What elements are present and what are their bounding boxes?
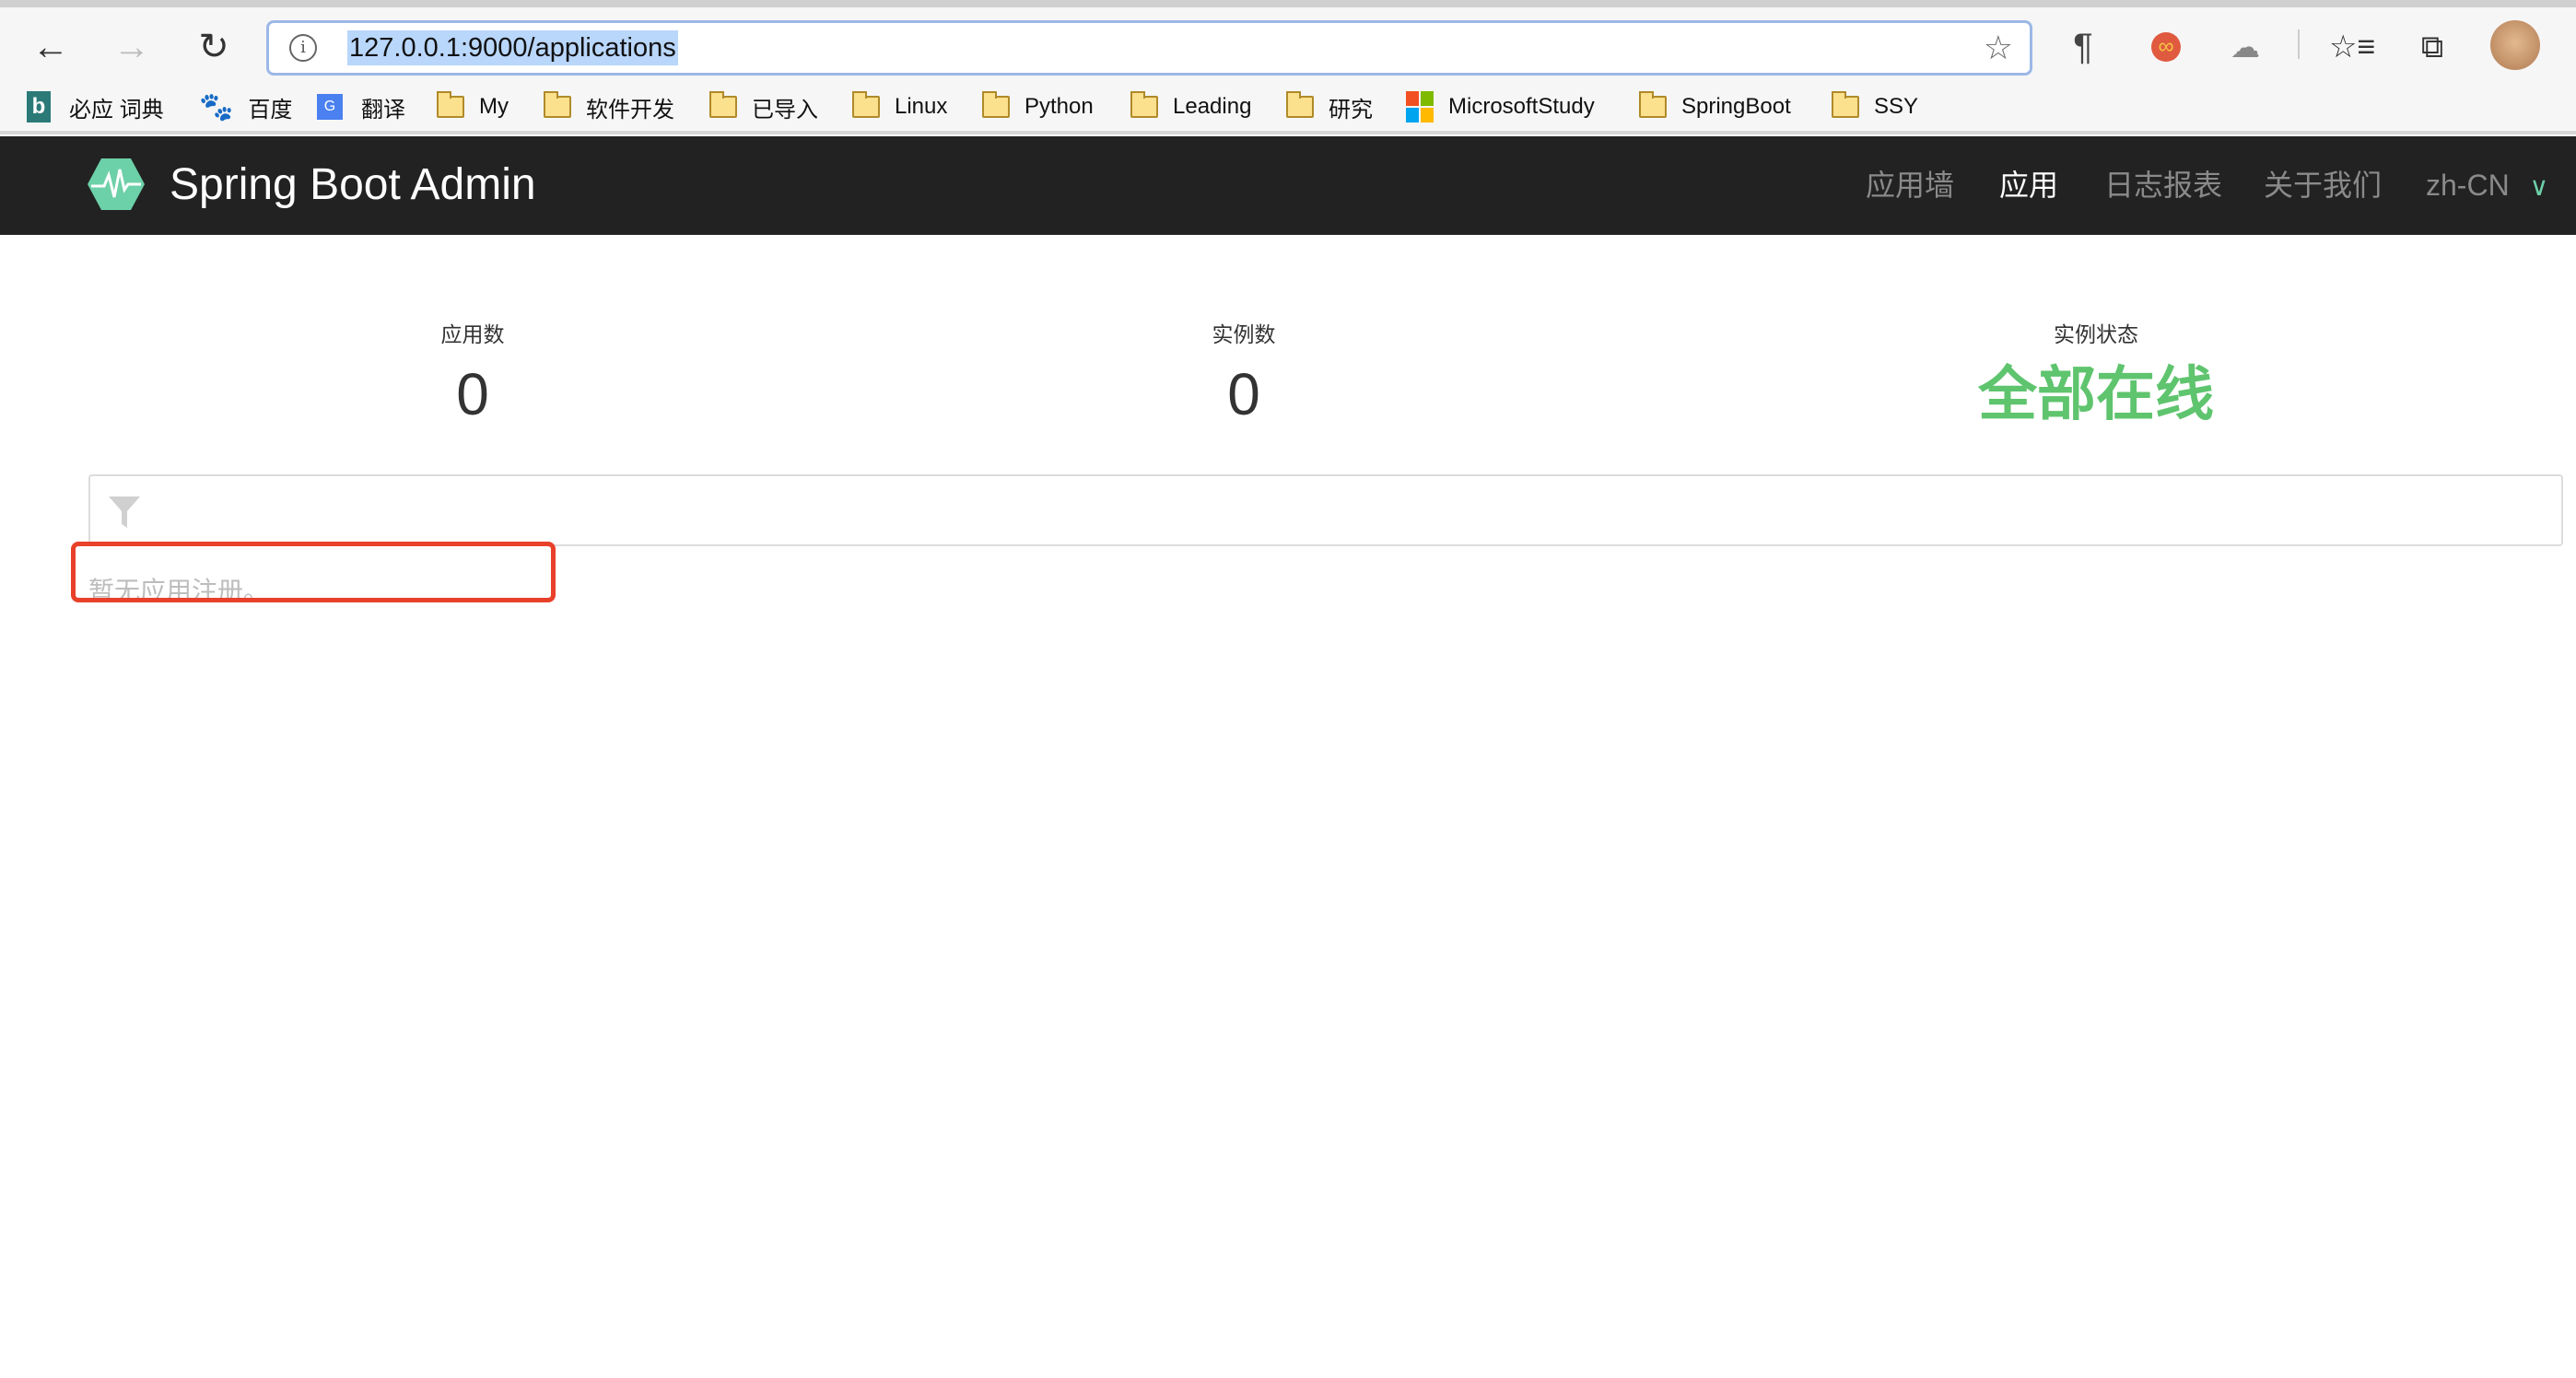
profile-avatar[interactable] <box>2490 20 2540 70</box>
baidu-icon: 🐾 <box>199 91 234 123</box>
infinity-extension-icon[interactable]: ∞ <box>2151 32 2181 62</box>
bookmark-label: 必应 词典 <box>69 97 164 123</box>
stat-value: 0 <box>1227 361 1260 427</box>
folder-icon <box>437 91 464 118</box>
bookmark-my[interactable]: My <box>437 88 509 125</box>
pilcrow-extension-icon[interactable]: ¶ <box>2060 24 2106 70</box>
folder-icon <box>544 91 571 118</box>
nav-applications[interactable]: 应用 <box>1999 166 2058 204</box>
nav-about[interactable]: 关于我们 <box>2264 166 2382 204</box>
stat-value: 全部在线 <box>1978 361 2214 427</box>
google-translate-icon: G <box>317 94 343 120</box>
stat-applications: 应用数 0 <box>196 321 749 431</box>
bookmark-label: 翻译 <box>361 97 405 123</box>
toolbar-divider <box>2298 29 2300 59</box>
bookmark-label: 研究 <box>1329 97 1373 123</box>
bookmark-label: 软件开发 <box>586 97 674 123</box>
spring-boot-admin-logo-icon[interactable] <box>88 157 145 212</box>
bing-icon: b <box>27 91 51 123</box>
bookmark-python[interactable]: Python <box>982 88 1094 125</box>
folder-icon <box>709 91 737 118</box>
stat-label: 应用数 <box>440 322 505 346</box>
bookmark-springboot[interactable]: SpringBoot <box>1639 88 1791 125</box>
bookmark-microsoftstudy[interactable]: MicrosoftStudy <box>1406 88 1595 125</box>
microsoft-icon <box>1406 91 1434 123</box>
bookmark-ssy[interactable]: SSY <box>1832 88 1918 125</box>
tab-strip <box>0 0 2576 7</box>
folder-icon <box>1286 91 1314 118</box>
nav-journal[interactable]: 日志报表 <box>2104 166 2222 204</box>
bookmark-label: SpringBoot <box>1681 94 1791 119</box>
stat-label: 实例数 <box>1212 322 1276 346</box>
address-bar[interactable]: i 127.0.0.1:9000/applications ☆ <box>266 20 2032 76</box>
bookmark-linux[interactable]: Linux <box>852 88 947 125</box>
folder-icon <box>982 91 1010 118</box>
highlight-annotation-box <box>71 542 556 602</box>
bookmark-leading[interactable]: Leading <box>1130 88 1251 125</box>
cloud-extension-icon[interactable]: ☁ <box>2222 24 2268 70</box>
bookmark-translate[interactable]: G 翻译 <box>317 88 405 125</box>
collections-icon[interactable]: ⧉ <box>2409 24 2455 70</box>
reload-icon[interactable]: ↻ <box>191 24 237 70</box>
filter-input[interactable] <box>88 474 2563 546</box>
bookmark-imported[interactable]: 已导入 <box>709 88 818 125</box>
stat-instances: 实例数 0 <box>967 321 1520 431</box>
bookmark-label: 已导入 <box>752 97 818 123</box>
bookmark-bing[interactable]: b 必应 词典 <box>27 88 164 125</box>
bookmark-label: SSY <box>1874 94 1919 119</box>
bookmark-label: MicrosoftStudy <box>1448 94 1595 119</box>
bookmark-label: Linux <box>895 94 948 119</box>
language-label: zh-CN <box>2426 169 2510 202</box>
bookmark-label: My <box>479 94 509 119</box>
folder-icon <box>1639 91 1667 118</box>
bookmark-research[interactable]: 研究 <box>1286 88 1373 125</box>
bookmark-label: Leading <box>1173 94 1252 119</box>
forward-icon[interactable]: → <box>109 24 155 70</box>
filter-icon <box>109 496 140 528</box>
back-icon[interactable]: ← <box>28 24 74 70</box>
url-text[interactable]: 127.0.0.1:9000/applications <box>347 30 678 65</box>
app-navbar: Spring Boot Admin 应用墙 应用 日志报表 关于我们 zh-CN… <box>0 136 2576 235</box>
bookmark-label: Python <box>1025 94 1094 119</box>
chevron-down-icon: ∨ <box>2529 172 2549 201</box>
folder-icon <box>852 91 880 118</box>
bookmark-software-dev[interactable]: 软件开发 <box>544 88 674 125</box>
browser-toolbar: ← → ↻ i 127.0.0.1:9000/applications ☆ ¶ … <box>0 7 2576 134</box>
folder-icon <box>1130 91 1158 118</box>
folder-icon <box>1832 91 1859 118</box>
favorites-icon[interactable]: ☆≡ <box>2329 24 2375 70</box>
brand-title[interactable]: Spring Boot Admin <box>170 158 536 212</box>
stat-value: 0 <box>456 361 489 427</box>
bookmark-label: 百度 <box>248 97 293 123</box>
bookmark-baidu[interactable]: 🐾 百度 <box>199 88 292 125</box>
stat-label: 实例状态 <box>2054 322 2138 346</box>
add-favorite-star-icon[interactable]: ☆ <box>1984 29 2013 67</box>
stat-instance-status: 实例状态 全部在线 <box>1820 321 2372 431</box>
info-icon[interactable]: i <box>289 34 317 62</box>
language-selector[interactable]: zh-CN ∨ <box>2426 166 2548 206</box>
nav-wallboard[interactable]: 应用墙 <box>1866 166 1954 204</box>
